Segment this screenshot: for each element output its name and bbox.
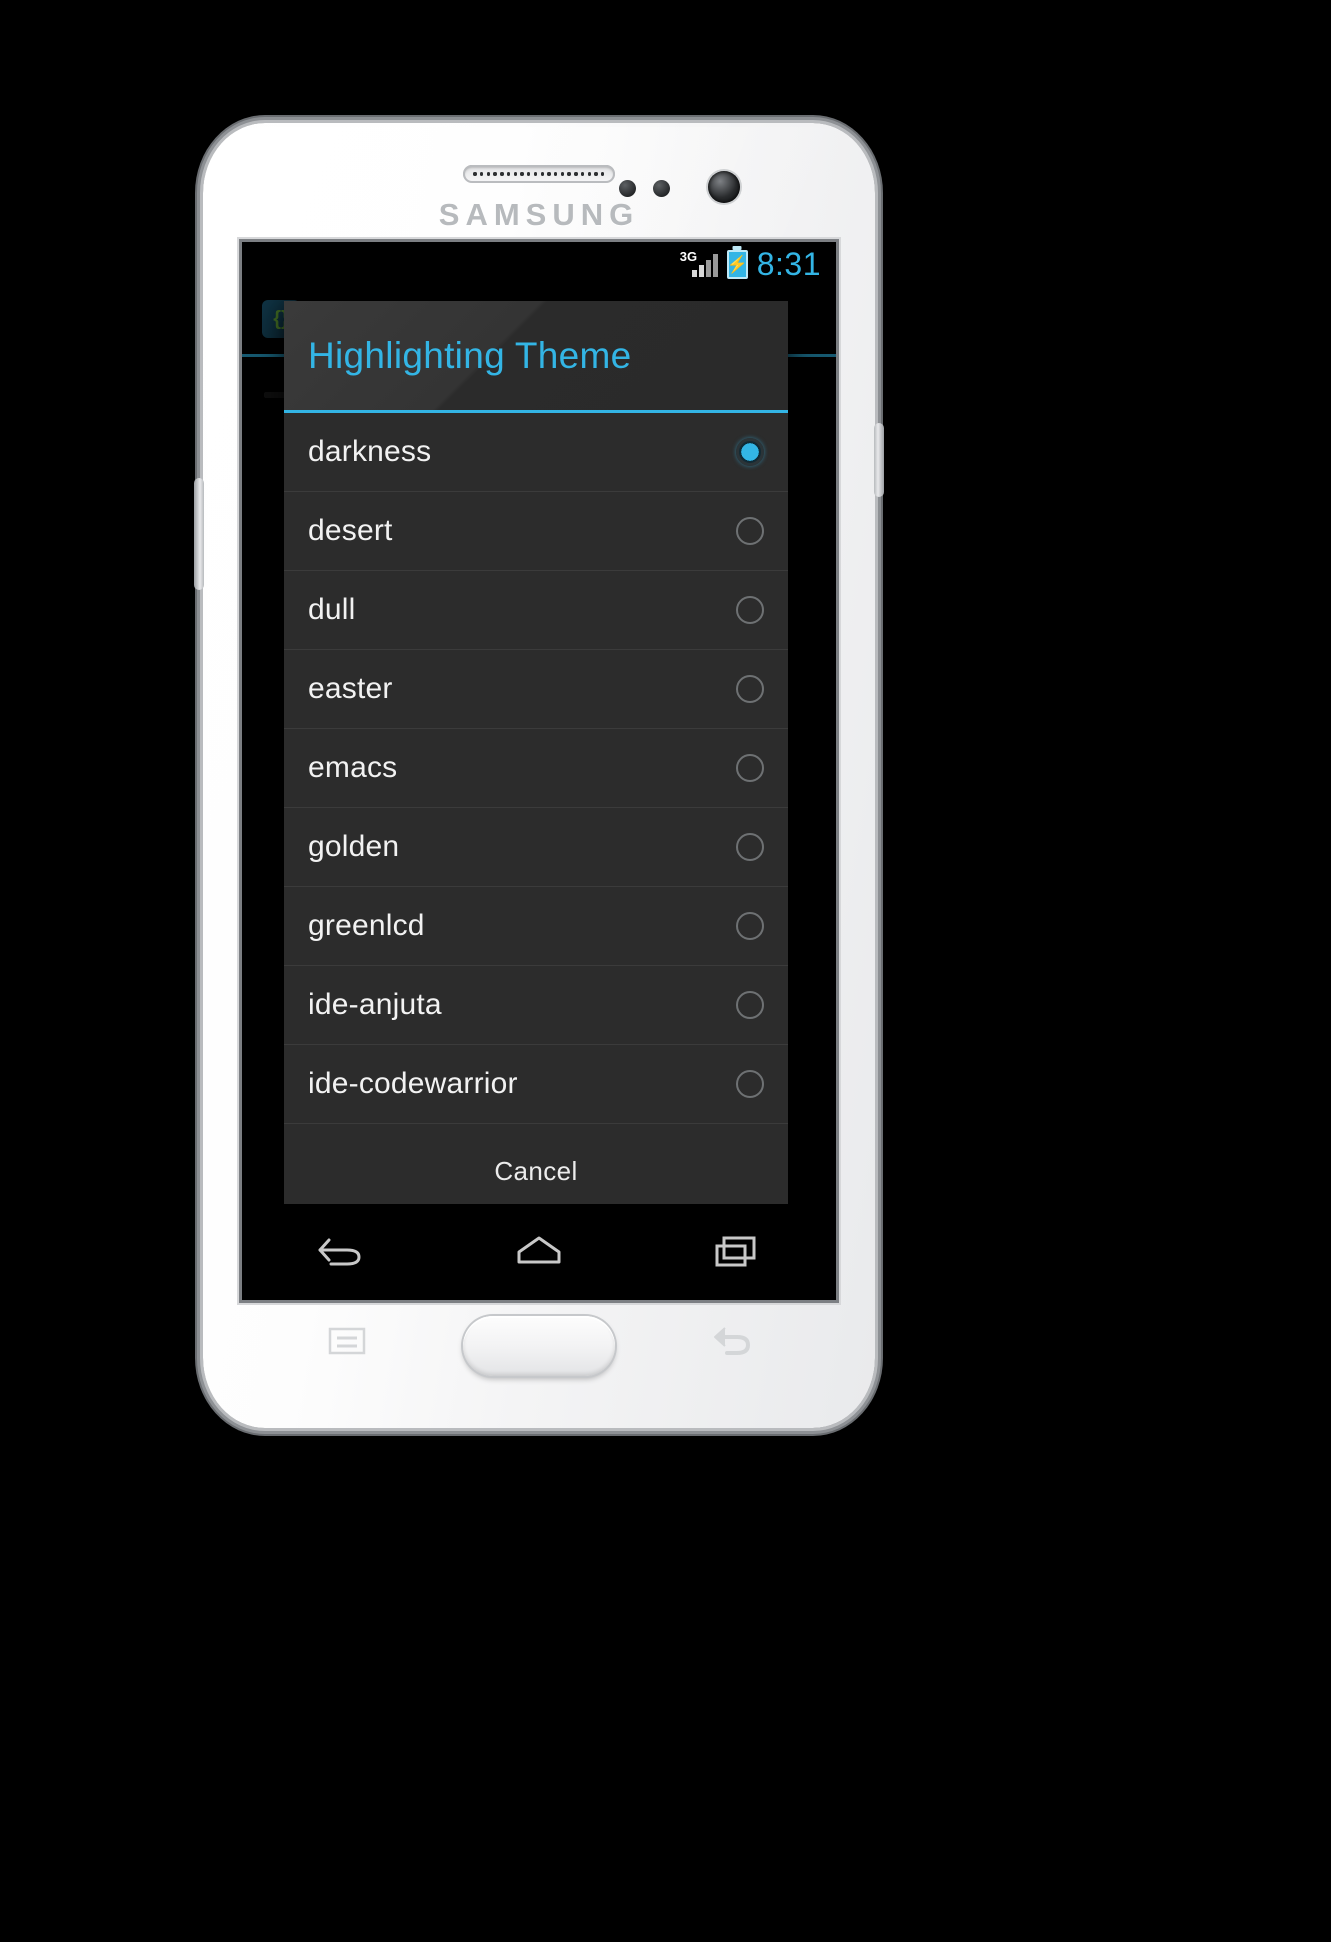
theme-option-row[interactable]: greenlcd (284, 887, 788, 966)
theme-option-label: darkness (308, 435, 432, 468)
power-button[interactable] (874, 423, 884, 497)
status-bar-clock: 8:31 (756, 245, 821, 282)
recent-apps-icon (712, 1232, 762, 1272)
theme-option-row[interactable]: emacs (284, 729, 788, 808)
home-icon (513, 1232, 565, 1272)
theme-option-label: desert (308, 514, 393, 547)
navigation-bar (242, 1204, 836, 1300)
brand-logo: SAMSUNG (438, 197, 640, 232)
theme-option-list: darkness desert dull easter emacs golden green… (284, 413, 788, 1124)
theme-option-row[interactable]: ide-codewarrior (284, 1045, 788, 1124)
signal-bars-icon: 3G (678, 250, 718, 278)
nav-recents-button[interactable] (672, 1204, 802, 1300)
hardware-back-button[interactable] (711, 1324, 753, 1358)
volume-rocker-button[interactable] (194, 478, 204, 590)
dialog-title: Highlighting Theme (308, 334, 632, 376)
phone-device: SAMSUNG {} 3G ⚡ 8:31 Highlighting Theme … (194, 123, 884, 1428)
theme-option-label: ide-codewarrior (308, 1067, 518, 1100)
radio-button-icon[interactable] (736, 438, 764, 466)
speaker-grille-icon (463, 165, 615, 183)
radio-button-icon[interactable] (736, 596, 764, 624)
theme-option-label: ide-anjuta (308, 988, 442, 1021)
phone-screen: {} 3G ⚡ 8:31 Highlighting Theme darkness… (242, 242, 836, 1300)
radio-button-icon[interactable] (736, 991, 764, 1019)
menu-icon (328, 1327, 366, 1355)
theme-option-row[interactable]: golden (284, 808, 788, 887)
cancel-button-label: Cancel (494, 1156, 578, 1186)
radio-button-icon[interactable] (736, 833, 764, 861)
back-arrow-icon (317, 1232, 365, 1272)
dialog-header: Highlighting Theme (284, 301, 788, 413)
theme-option-label: easter (308, 672, 393, 705)
screenshot-root: SAMSUNG {} 3G ⚡ 8:31 Highlighting Theme … (0, 0, 1331, 1942)
highlighting-theme-dialog: Highlighting Theme darkness desert dull eas… (284, 301, 788, 1219)
proximity-sensor-icon (619, 180, 636, 197)
status-bar: 3G ⚡ 8:31 (242, 242, 836, 286)
theme-option-label: dull (308, 593, 356, 626)
theme-option-row[interactable]: ide-anjuta (284, 966, 788, 1045)
battery-charging-icon: ⚡ (726, 249, 748, 279)
nav-back-button[interactable] (276, 1204, 406, 1300)
nav-home-button[interactable] (474, 1204, 604, 1300)
radio-button-icon[interactable] (736, 1070, 764, 1098)
hardware-home-button[interactable] (463, 1316, 615, 1376)
theme-option-row[interactable]: easter (284, 650, 788, 729)
theme-option-label: emacs (308, 751, 398, 784)
light-sensor-icon (653, 180, 670, 197)
radio-button-icon[interactable] (736, 517, 764, 545)
signal-strength-icon (691, 251, 718, 277)
theme-option-label: golden (308, 830, 400, 863)
theme-option-label: greenlcd (308, 909, 425, 942)
radio-button-icon[interactable] (736, 675, 764, 703)
radio-button-icon[interactable] (736, 912, 764, 940)
hardware-menu-button[interactable] (328, 1326, 366, 1356)
back-arrow-icon (714, 1327, 751, 1355)
theme-option-row[interactable]: darkness (284, 413, 788, 492)
theme-option-row[interactable]: dull (284, 571, 788, 650)
theme-option-row[interactable]: desert (284, 492, 788, 571)
radio-button-icon[interactable] (736, 754, 764, 782)
charging-bolt-icon: ⚡ (726, 254, 748, 274)
